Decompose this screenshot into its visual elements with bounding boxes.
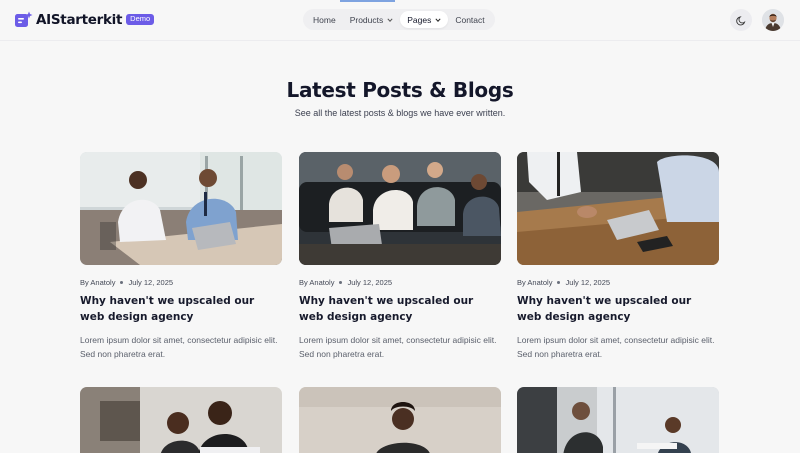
chevron-down-icon bbox=[387, 17, 393, 22]
section-subtitle: See all the latest posts & blogs we have… bbox=[294, 108, 506, 118]
nav-home[interactable]: Home bbox=[306, 11, 343, 28]
header-accent-bar bbox=[340, 0, 395, 2]
site-header: AIStarterkit Demo Home Products Pages Co… bbox=[0, 0, 800, 41]
nav-contact[interactable]: Contact bbox=[448, 11, 491, 28]
blog-card[interactable]: By Anatoly July 12, 2025 Why haven't we … bbox=[299, 152, 501, 359]
post-date: July 12, 2025 bbox=[347, 278, 393, 287]
user-avatar[interactable] bbox=[762, 9, 784, 31]
demo-badge: Demo bbox=[126, 13, 155, 26]
chevron-down-icon bbox=[435, 17, 441, 22]
brand-name: AIStarterkit bbox=[36, 11, 123, 28]
post-author: By Anatoly bbox=[517, 278, 553, 287]
nav-products-label: Products bbox=[349, 14, 384, 25]
theme-toggle-button[interactable] bbox=[730, 9, 752, 31]
post-title[interactable]: Why haven't we upscaled our web design a… bbox=[299, 293, 501, 325]
post-title[interactable]: Why haven't we upscaled our web design a… bbox=[517, 293, 719, 325]
blog-card[interactable]: By Anatoly July 12, 2025 Why haven't we … bbox=[517, 152, 719, 359]
post-meta: By Anatoly July 12, 2025 bbox=[80, 278, 173, 287]
meta-separator bbox=[339, 281, 343, 284]
post-author: By Anatoly bbox=[299, 278, 335, 287]
post-excerpt: Lorem ipsum dolor sit amet, consectetur … bbox=[517, 335, 715, 359]
post-author: By Anatoly bbox=[80, 278, 116, 287]
post-meta: By Anatoly July 12, 2025 bbox=[517, 278, 610, 287]
post-date: July 12, 2025 bbox=[565, 278, 611, 287]
nav-contact-label: Contact bbox=[455, 14, 485, 25]
post-image[interactable] bbox=[80, 387, 282, 453]
main-nav: Home Products Pages Contact bbox=[303, 9, 495, 30]
blog-card[interactable]: By Anatoly July 12, 2025 Why haven't we … bbox=[80, 152, 282, 359]
nav-home-label: Home bbox=[313, 14, 336, 25]
nav-pages-label: Pages bbox=[407, 14, 432, 25]
post-image[interactable] bbox=[299, 152, 501, 265]
brand-logo[interactable]: AIStarterkit Demo bbox=[14, 11, 155, 28]
nav-pages[interactable]: Pages bbox=[400, 11, 449, 28]
section-title: Latest Posts & Blogs bbox=[286, 78, 514, 102]
avatar-image bbox=[762, 9, 784, 31]
post-image[interactable] bbox=[299, 387, 501, 453]
post-image[interactable] bbox=[517, 152, 719, 265]
post-excerpt: Lorem ipsum dolor sit amet, consectetur … bbox=[80, 335, 278, 359]
post-meta: By Anatoly July 12, 2025 bbox=[299, 278, 392, 287]
post-image[interactable] bbox=[517, 387, 719, 453]
post-excerpt: Lorem ipsum dolor sit amet, consectetur … bbox=[299, 335, 497, 359]
post-image[interactable] bbox=[80, 152, 282, 265]
post-title[interactable]: Why haven't we upscaled our web design a… bbox=[80, 293, 282, 325]
meta-separator bbox=[557, 281, 561, 284]
post-date: July 12, 2025 bbox=[128, 278, 174, 287]
logo-icon bbox=[15, 11, 33, 27]
meta-separator bbox=[120, 281, 124, 284]
nav-products[interactable]: Products bbox=[343, 11, 401, 28]
moon-icon bbox=[735, 15, 745, 25]
